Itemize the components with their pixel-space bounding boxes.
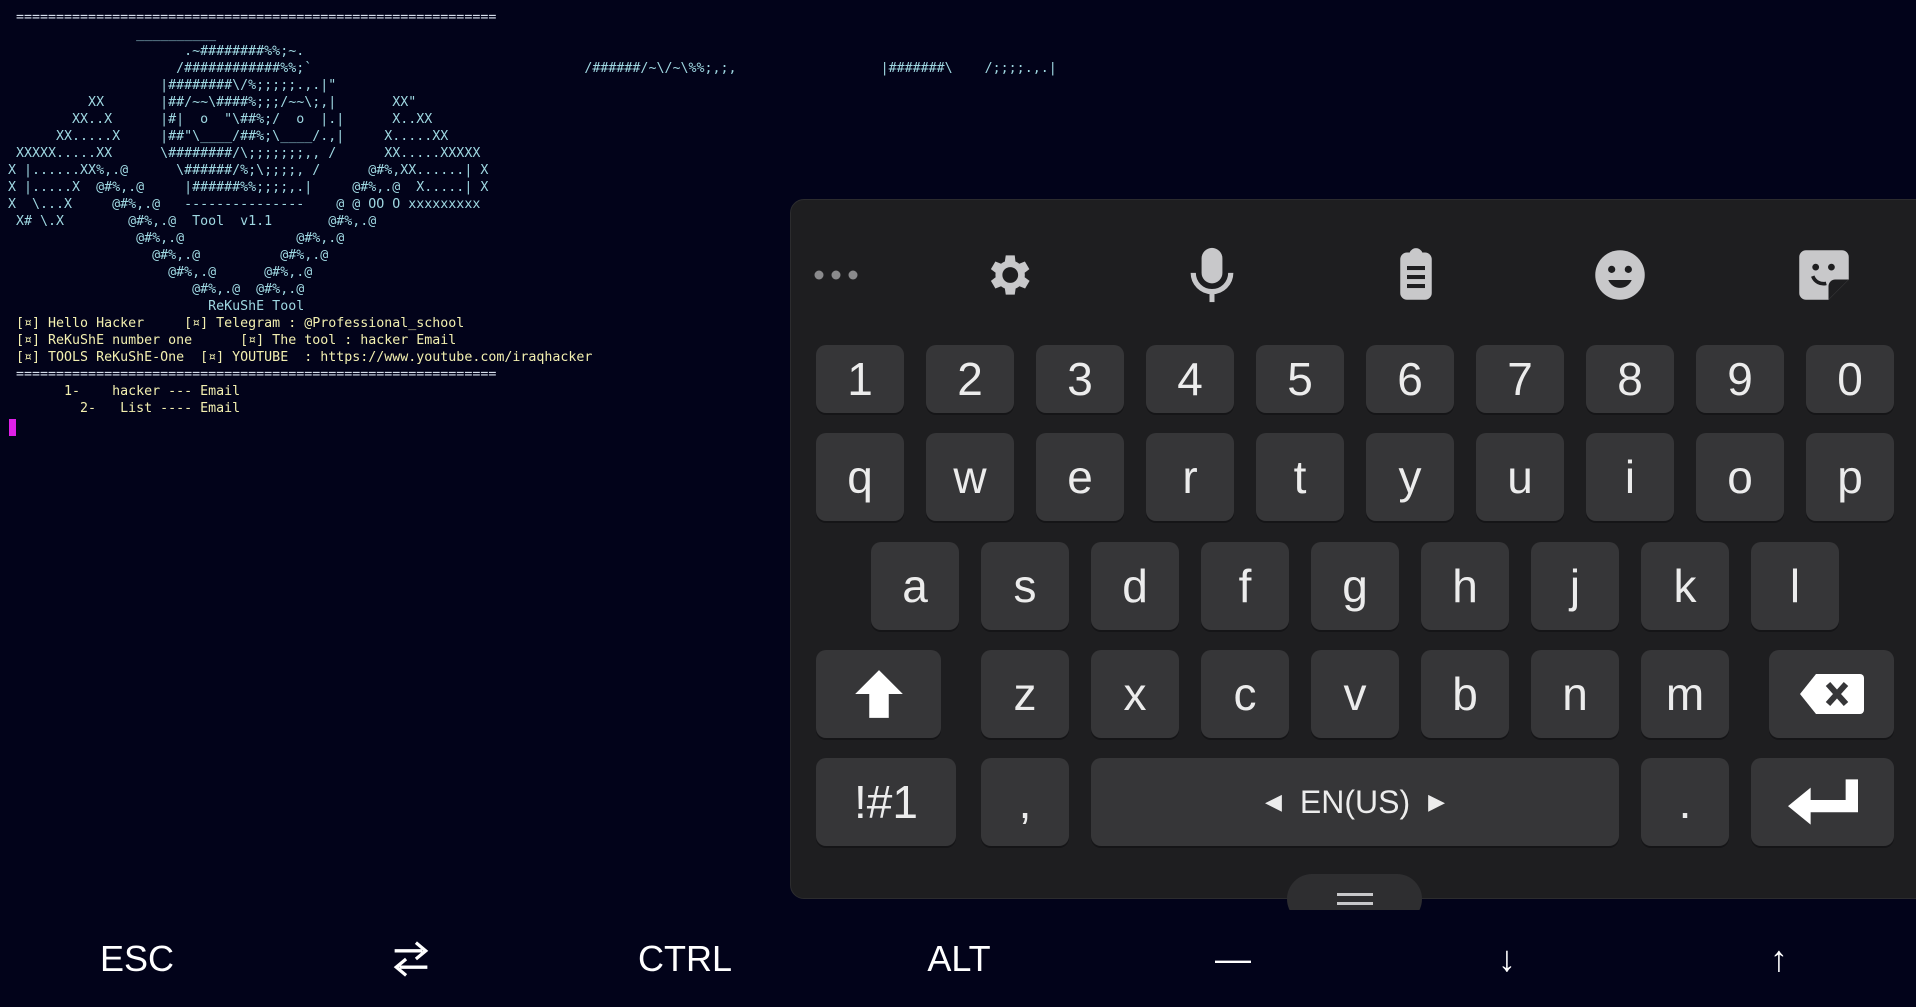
terminal-line: X \...X @#%,.@ --------------- @ @ OO O … [0, 197, 481, 212]
terminal-line: @#%,.@ @#%,.@ [0, 231, 345, 246]
key-u[interactable]: u [1476, 433, 1564, 521]
key-1[interactable]: 1 [816, 345, 904, 413]
terminal-line: XXXXX.....XX \########/\;;;;;;;,, / XX..… [0, 146, 481, 161]
terminal-line: ========================================… [0, 367, 497, 382]
esc-key[interactable]: ESC [0, 910, 274, 1007]
terminal-line: [¤] TOOLS ReKuShE-One [¤] YOUTUBE : http… [0, 350, 593, 365]
key-q[interactable]: q [816, 433, 904, 521]
key-p[interactable]: p [1806, 433, 1894, 521]
dash-key[interactable]: — [1096, 910, 1370, 1007]
backspace-key[interactable] [1769, 650, 1894, 738]
key-0[interactable]: 0 [1806, 345, 1894, 413]
space-key[interactable]: ◀ EN(US) ▶ [1091, 758, 1619, 846]
more-icon[interactable] [801, 240, 871, 310]
key-s[interactable]: s [981, 542, 1069, 630]
ctrl-key[interactable]: CTRL [548, 910, 822, 1007]
soft-keyboard: 1 2 3 4 5 6 7 8 9 0 q w e r t y u i o p … [790, 199, 1916, 899]
emoji-icon[interactable] [1585, 240, 1655, 310]
tab-arrows-icon [393, 940, 429, 977]
gear-icon[interactable] [973, 240, 1043, 310]
terminal-line: [¤] Hello Hacker [¤] Telegram : @Profess… [0, 316, 465, 331]
space-language-label: EN(US) [1299, 783, 1411, 820]
key-v[interactable]: v [1311, 650, 1399, 738]
period-key[interactable]: . [1641, 758, 1729, 846]
key-f[interactable]: f [1201, 542, 1289, 630]
key-d[interactable]: d [1091, 542, 1179, 630]
key-k[interactable]: k [1641, 542, 1729, 630]
key-c[interactable]: c [1201, 650, 1289, 738]
arrow-down-key[interactable]: ↓ [1370, 910, 1644, 1007]
terminal-line: /############%%;` /######/~\/~\%%;,;, |#… [0, 61, 1057, 76]
terminal-line: X# \.X @#%,.@ Tool v1.1 @#%,.@ [0, 214, 377, 229]
backspace-icon [1799, 674, 1864, 714]
key-4[interactable]: 4 [1146, 345, 1234, 413]
shift-icon [854, 670, 903, 718]
terminal-line: [¤] ReKuShE number one [¤] The tool : ha… [0, 333, 457, 348]
key-t[interactable]: t [1256, 433, 1344, 521]
terminal-line: @#%,.@ @#%,.@ [0, 282, 305, 297]
terminal-line: |########\/%;;;;;.,.|" [0, 78, 337, 93]
key-l[interactable]: l [1751, 542, 1839, 630]
terminal-line: ReKuShE Tool [0, 299, 305, 314]
terminal-line: XX |##/~~\####%;;;/~~\;,| XX" [0, 95, 417, 110]
key-6[interactable]: 6 [1366, 345, 1454, 413]
chevron-left-icon: ◀ [1264, 789, 1282, 814]
key-5[interactable]: 5 [1256, 345, 1344, 413]
key-i[interactable]: i [1586, 433, 1674, 521]
enter-icon [1787, 779, 1858, 825]
key-x[interactable]: x [1091, 650, 1179, 738]
terminal-line: 1- hacker --- Email [0, 384, 241, 399]
symbols-key[interactable]: !#1 [816, 758, 956, 846]
key-8[interactable]: 8 [1586, 345, 1674, 413]
key-2[interactable]: 2 [926, 345, 1014, 413]
terminal-line: @#%,.@ @#%,.@ [0, 265, 313, 280]
key-z[interactable]: z [981, 650, 1069, 738]
clipboard-icon[interactable] [1381, 240, 1451, 310]
arrow-up-key[interactable]: ↑ [1642, 910, 1916, 1007]
key-m[interactable]: m [1641, 650, 1729, 738]
key-y[interactable]: y [1366, 433, 1454, 521]
terminal-line: ========================================… [0, 10, 497, 25]
key-h[interactable]: h [1421, 542, 1509, 630]
terminal-line: 2- List ---- Email [0, 401, 241, 416]
key-3[interactable]: 3 [1036, 345, 1124, 413]
terminal-line: X |.....X @#%,.@ |######%%;;;;,.| @#%,.@… [0, 180, 489, 195]
key-9[interactable]: 9 [1696, 345, 1784, 413]
terminal-cursor [9, 419, 16, 436]
key-a[interactable]: a [871, 542, 959, 630]
key-n[interactable]: n [1531, 650, 1619, 738]
key-j[interactable]: j [1531, 542, 1619, 630]
key-7[interactable]: 7 [1476, 345, 1564, 413]
terminal-line: __________ [0, 27, 217, 42]
extra-keys-bar: ESC CTRL ALT — ↓ ↑ [0, 910, 1916, 1007]
chevron-right-icon: ▶ [1428, 789, 1446, 814]
tab-key[interactable] [274, 910, 548, 1007]
alt-key[interactable]: ALT [822, 910, 1096, 1007]
enter-key[interactable] [1751, 758, 1894, 846]
sticker-icon[interactable] [1789, 240, 1859, 310]
comma-key[interactable]: , [981, 758, 1069, 846]
terminal-line: @#%,.@ @#%,.@ [0, 248, 329, 263]
drag-handle-icon [1336, 893, 1373, 905]
key-g[interactable]: g [1311, 542, 1399, 630]
key-o[interactable]: o [1696, 433, 1784, 521]
key-e[interactable]: e [1036, 433, 1124, 521]
key-b[interactable]: b [1421, 650, 1509, 738]
key-r[interactable]: r [1146, 433, 1234, 521]
terminal-line: .~########%%;~. [0, 44, 305, 59]
shift-key[interactable] [816, 650, 941, 738]
key-w[interactable]: w [926, 433, 1014, 521]
terminal-line: XX..X |#| o "\##%;/ o |.| X..XX [0, 112, 433, 127]
terminal-line: X |......XX%,.@ \######/%;\;;;;, / @#%,X… [0, 163, 489, 178]
microphone-icon[interactable] [1177, 240, 1247, 310]
terminal-line: XX.....X |##"\____/##%;\____/.,| X.....X… [0, 129, 449, 144]
